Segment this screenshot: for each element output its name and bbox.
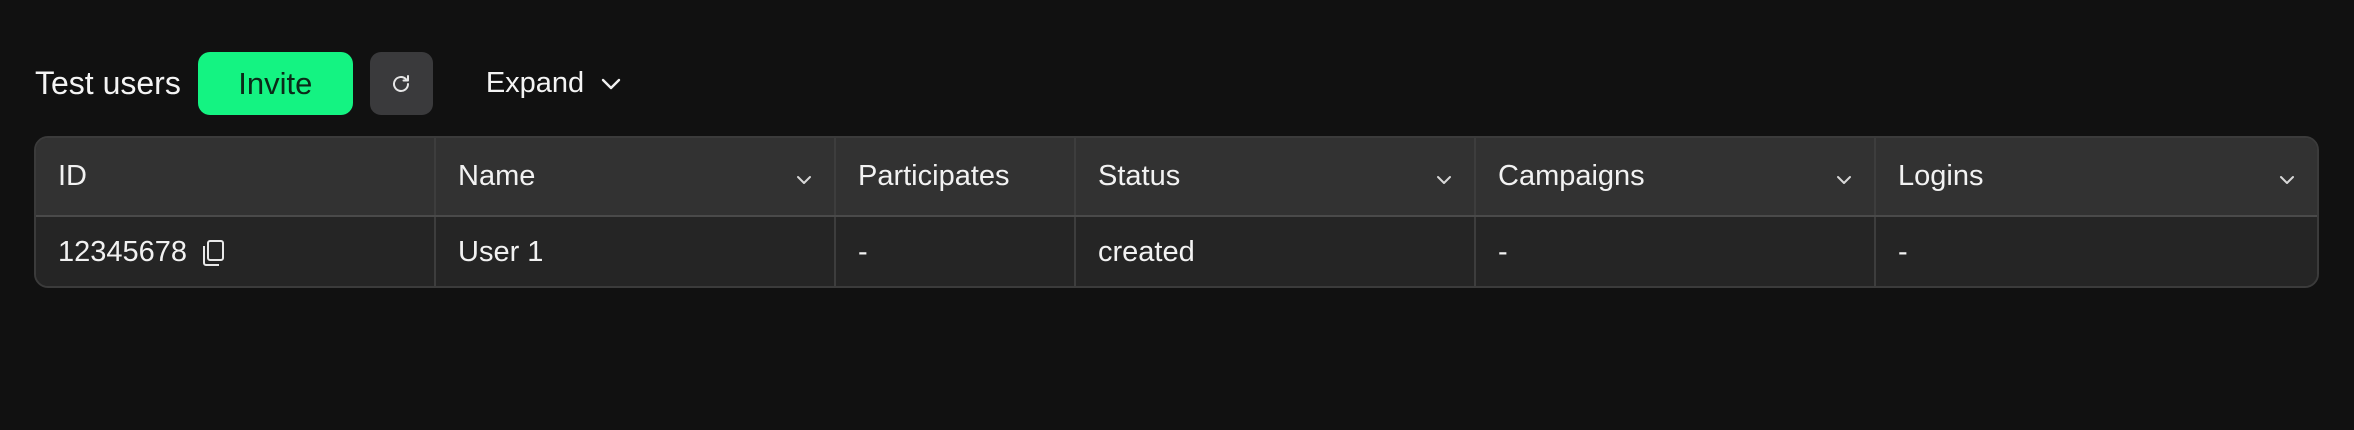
column-header-campaigns[interactable]: Campaigns (1476, 138, 1876, 215)
refresh-button[interactable] (369, 52, 433, 115)
column-label: Name (458, 160, 536, 192)
status-value: created (1098, 236, 1195, 268)
users-table: ID Name Participates Status Campaigns Lo… (34, 136, 2319, 288)
column-header-logins[interactable]: Logins (1876, 138, 2317, 215)
cell-campaigns: - (1476, 217, 1876, 286)
cell-status: created (1076, 217, 1476, 286)
column-label: Campaigns (1498, 160, 1645, 192)
column-label: Status (1098, 160, 1181, 192)
column-header-status[interactable]: Status (1076, 138, 1476, 215)
chevron-down-icon (584, 77, 622, 91)
chevron-down-icon[interactable] (796, 160, 812, 193)
logins-value: - (1898, 236, 1908, 268)
user-id: 12345678 (58, 236, 188, 268)
chevron-down-icon[interactable] (2279, 160, 2295, 193)
column-label: Logins (1898, 160, 1984, 192)
cell-participates: - (836, 217, 1076, 286)
user-name: User 1 (458, 236, 544, 268)
chevron-down-icon[interactable] (1436, 160, 1452, 193)
column-header-participates[interactable]: Participates (836, 138, 1076, 215)
expand-label: Expand (485, 67, 585, 99)
invite-button[interactable]: Invite (197, 52, 353, 115)
cell-name: User 1 (436, 217, 836, 286)
expand-button[interactable]: Expand (486, 52, 622, 115)
chevron-down-icon[interactable] (1836, 160, 1852, 193)
table-row[interactable]: 12345678 User 1 - created - - (36, 217, 2317, 286)
campaigns-value: - (1498, 236, 1508, 268)
table-header: ID Name Participates Status Campaigns Lo… (36, 138, 2317, 217)
page-title: Test users (35, 65, 181, 101)
column-header-id[interactable]: ID (36, 138, 436, 215)
column-label: ID (58, 160, 87, 192)
cell-logins: - (1876, 217, 2317, 286)
participates-value: - (858, 236, 868, 268)
copy-icon[interactable] (201, 239, 225, 267)
refresh-icon (389, 72, 413, 96)
column-label: Participates (858, 160, 1010, 192)
toolbar: Test users Invite Expand (35, 52, 622, 115)
cell-id: 12345678 (36, 217, 436, 286)
column-header-name[interactable]: Name (436, 138, 836, 215)
